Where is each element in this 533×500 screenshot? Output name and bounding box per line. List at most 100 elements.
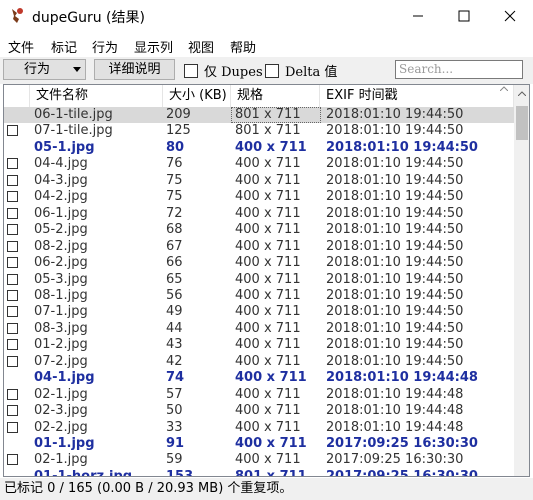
- header-exif-timestamp[interactable]: EXIF 时间戳: [320, 85, 514, 107]
- dupes-only-toggle[interactable]: 仅 Dupes: [184, 61, 263, 80]
- row-checkbox[interactable]: [7, 158, 18, 169]
- cell-dimensions: 400 x 711: [235, 189, 301, 204]
- header-check-column[interactable]: [4, 85, 30, 107]
- row-checkbox[interactable]: [7, 356, 18, 367]
- menu-mark[interactable]: 标记: [51, 37, 77, 56]
- cell-filename: 02-1.jpg: [34, 452, 88, 467]
- row-checkbox[interactable]: [7, 274, 18, 285]
- dupeguru-app-icon: [12, 8, 23, 23]
- table-row[interactable]: 02-2.jpg 33 400 x 711 2018:01:10 19:44:48: [4, 420, 514, 436]
- table-row[interactable]: 07-1-tile.jpg 125 801 x 711 2018:01:10 19:4…: [4, 123, 514, 139]
- cell-filename: 08-2.jpg: [34, 239, 88, 254]
- menu-columns[interactable]: 显示列: [134, 37, 173, 56]
- table-row[interactable]: 04-3.jpg 75 400 x 711 2018:01:10 19:44:50: [4, 173, 514, 189]
- row-checkbox[interactable]: [7, 241, 18, 252]
- row-checkbox[interactable]: [7, 257, 18, 268]
- details-button[interactable]: 详细说明: [94, 59, 175, 80]
- row-checkbox[interactable]: [7, 224, 18, 235]
- reference-row[interactable]: 04-1.jpg 74 400 x 711 2018:01:10 19:44:48: [4, 370, 514, 386]
- scroll-up-icon[interactable]: [518, 91, 526, 96]
- row-checkbox[interactable]: [7, 290, 18, 301]
- table-row[interactable]: 08-3.jpg 44 400 x 711 2018:01:10 19:44:50: [4, 321, 514, 337]
- table-row[interactable]: 06-1.jpg 72 400 x 711 2018:01:10 19:44:50: [4, 206, 514, 222]
- cell-size: 44: [166, 321, 183, 336]
- scrollbar-thumb[interactable]: [516, 106, 528, 140]
- table-row[interactable]: 04-4.jpg 76 400 x 711 2018:01:10 19:44:50: [4, 156, 514, 172]
- table-row[interactable]: 05-3.jpg 65 400 x 711 2018:01:10 19:44:50: [4, 272, 514, 288]
- close-button[interactable]: [487, 0, 533, 32]
- table-row[interactable]: 07-1.jpg 49 400 x 711 2018:01:10 19:44:50: [4, 304, 514, 320]
- row-checkbox[interactable]: [7, 175, 18, 186]
- cell-dimensions: 400 x 711: [235, 436, 307, 451]
- table-row[interactable]: 04-2.jpg 75 400 x 711 2018:01:10 19:44:50: [4, 189, 514, 205]
- cell-filename: 04-1.jpg: [34, 370, 95, 385]
- row-checkbox[interactable]: [7, 323, 18, 334]
- row-checkbox[interactable]: [7, 125, 18, 136]
- cell-exif-timestamp: 2018:01:10 19:44:48: [326, 387, 464, 402]
- cell-exif-timestamp: 2018:01:10 19:44:50: [326, 123, 464, 138]
- menu-file[interactable]: 文件: [8, 37, 34, 56]
- delta-values-toggle[interactable]: Delta 值: [265, 61, 337, 80]
- row-checkbox[interactable]: [7, 454, 18, 465]
- row-checkbox[interactable]: [7, 191, 18, 202]
- cell-exif-timestamp: 2018:01:10 19:44:50: [326, 354, 464, 369]
- cell-size: 43: [166, 337, 183, 352]
- maximize-button[interactable]: [441, 0, 487, 32]
- cell-exif-timestamp: 2017:09:25 16:30:30: [326, 469, 478, 477]
- cell-dimensions: 400 x 711: [235, 420, 301, 435]
- cell-dimensions: 400 x 711: [235, 288, 301, 303]
- dupes-only-checkbox[interactable]: [184, 63, 198, 78]
- cell-size: 80: [166, 140, 185, 155]
- table-row[interactable]: 08-1.jpg 56 400 x 711 2018:01:10 19:44:50: [4, 288, 514, 304]
- cell-filename: 01-1-horz.jpg: [34, 469, 133, 477]
- row-checkbox[interactable]: [7, 422, 18, 433]
- reference-row[interactable]: 01-1-horz.jpg 153 801 x 711 2017:09:25 16:3…: [4, 469, 514, 477]
- table-row[interactable]: 06-1-tile.jpg 209 801 x 711 2018:01:10 19:4…: [4, 107, 514, 123]
- table-row[interactable]: 05-2.jpg 68 400 x 711 2018:01:10 19:44:50: [4, 222, 514, 238]
- table-row[interactable]: 02-3.jpg 50 400 x 711 2018:01:10 19:44:48: [4, 403, 514, 419]
- reference-row[interactable]: 05-1.jpg 80 400 x 711 2018:01:10 19:44:50: [4, 140, 514, 156]
- row-checkbox[interactable]: [7, 208, 18, 219]
- cell-exif-timestamp: 2017:09:25 16:30:30: [326, 452, 464, 467]
- table-row[interactable]: 01-2.jpg 43 400 x 711 2018:01:10 19:44:50: [4, 337, 514, 353]
- window-title: dupeGuru (结果): [32, 10, 145, 26]
- cell-dimensions: 400 x 711: [235, 222, 301, 237]
- cell-exif-timestamp: 2018:01:10 19:44:48: [326, 420, 464, 435]
- row-checkbox[interactable]: [7, 339, 18, 350]
- table-row[interactable]: 08-2.jpg 67 400 x 711 2018:01:10 19:44:50: [4, 239, 514, 255]
- actions-dropdown-button[interactable]: 行为: [3, 59, 86, 80]
- row-checkbox[interactable]: [7, 306, 18, 317]
- menu-actions[interactable]: 行为: [92, 37, 118, 56]
- minimize-button[interactable]: [395, 0, 441, 32]
- row-checkbox[interactable]: [7, 389, 18, 400]
- delta-values-checkbox[interactable]: [265, 63, 279, 78]
- cell-filename: 01-2.jpg: [34, 337, 88, 352]
- cell-exif-timestamp: 2018:01:10 19:44:50: [326, 206, 464, 221]
- search-input[interactable]: Search...: [395, 60, 523, 79]
- table-row[interactable]: 07-2.jpg 42 400 x 711 2018:01:10 19:44:50: [4, 354, 514, 370]
- table-row[interactable]: 02-1.jpg 59 400 x 711 2017:09:25 16:30:30: [4, 452, 514, 468]
- cell-size: 76: [166, 156, 183, 171]
- dropdown-arrow-icon: [73, 67, 81, 72]
- cell-filename: 02-1.jpg: [34, 387, 88, 402]
- table-row[interactable]: 02-1.jpg 57 400 x 711 2018:01:10 19:44:48: [4, 387, 514, 403]
- cell-exif-timestamp: 2018:01:10 19:44:50: [326, 189, 464, 204]
- header-filename[interactable]: 文件名称: [30, 85, 163, 107]
- cell-size: 74: [166, 370, 185, 385]
- cell-dimensions: 400 x 711: [235, 304, 301, 319]
- header-dimensions[interactable]: 规格: [231, 85, 320, 107]
- cell-dimensions: 400 x 711: [235, 206, 301, 221]
- details-button-label: 详细说明: [108, 62, 161, 77]
- table-row[interactable]: 06-2.jpg 66 400 x 711 2018:01:10 19:44:50: [4, 255, 514, 271]
- cell-dimensions: 400 x 711: [235, 337, 301, 352]
- menu-view[interactable]: 视图: [188, 37, 214, 56]
- header-size[interactable]: 大小 (KB): [163, 85, 231, 107]
- row-checkbox[interactable]: [7, 405, 18, 416]
- cell-exif-timestamp: 2018:01:10 19:44:50: [326, 107, 464, 122]
- cell-filename: 02-2.jpg: [34, 420, 88, 435]
- menu-help[interactable]: 帮助: [230, 37, 256, 56]
- cell-size: 75: [166, 189, 183, 204]
- delta-values-label: Delta 值: [285, 65, 338, 80]
- vertical-scrollbar[interactable]: [514, 85, 529, 476]
- reference-row[interactable]: 01-1.jpg 91 400 x 711 2017:09:25 16:30:30: [4, 436, 514, 452]
